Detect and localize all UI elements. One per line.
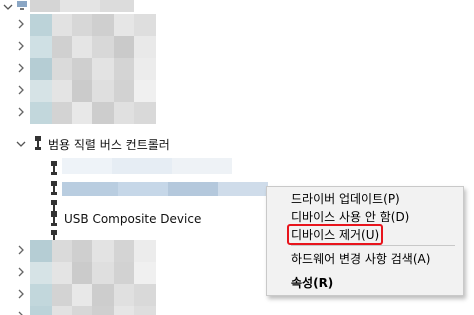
chevron-right-icon[interactable]	[16, 41, 26, 51]
blurred-category-row[interactable]	[30, 36, 156, 58]
computer-icon	[16, 0, 28, 10]
chevron-right-icon[interactable]	[16, 107, 26, 117]
usb-device-icon	[48, 211, 60, 227]
chevron-down-icon[interactable]	[16, 139, 26, 149]
blurred-category-row[interactable]	[30, 284, 156, 306]
menu-item-update-driver[interactable]: 드라이버 업데이트(P)	[291, 189, 400, 209]
chevron-right-icon[interactable]	[16, 63, 26, 73]
menu-item-properties[interactable]: 속성(R)	[291, 273, 333, 293]
chevron-right-icon[interactable]	[16, 289, 26, 299]
chevron-right-icon[interactable]	[16, 19, 26, 29]
usb-category-label[interactable]: 범용 직렬 버스 컨트롤러	[48, 136, 170, 153]
chevron-right-icon[interactable]	[16, 245, 26, 255]
uninstall-highlight-box	[287, 224, 383, 245]
blurred-device-name[interactable]	[62, 158, 232, 174]
device-manager-window: 범용 직렬 버스 컨트롤러 USB Composite Device 드라이버 …	[0, 0, 474, 315]
blurred-category-row[interactable]	[30, 102, 156, 124]
usb-controller-icon	[32, 135, 44, 151]
menu-separator	[291, 245, 455, 246]
blurred-category-row[interactable]	[30, 306, 156, 315]
usb-device-icon	[48, 180, 60, 196]
usb-composite-device-label[interactable]: USB Composite Device	[64, 212, 201, 226]
blurred-category-row[interactable]	[30, 262, 156, 284]
usb-device-icon	[48, 160, 60, 176]
chevron-right-icon[interactable]	[16, 311, 26, 315]
blurred-category-row[interactable]	[30, 58, 156, 80]
blurred-category-row[interactable]	[30, 14, 156, 36]
blurred-category-row[interactable]	[30, 80, 156, 102]
chevron-down-icon[interactable]	[3, 2, 13, 12]
menu-item-scan-hardware[interactable]: 하드웨어 변경 사항 검색(A)	[291, 249, 430, 269]
blurred-computer-name	[30, 0, 134, 12]
chevron-right-icon[interactable]	[16, 267, 26, 277]
blurred-category-row[interactable]	[30, 240, 156, 262]
selected-device-row[interactable]	[62, 182, 268, 196]
chevron-right-icon[interactable]	[16, 85, 26, 95]
